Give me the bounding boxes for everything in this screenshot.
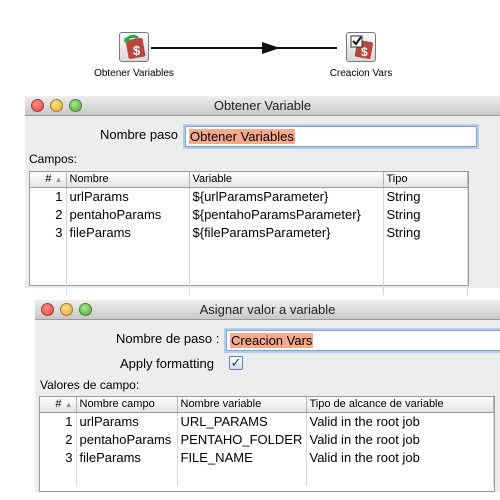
table-row[interactable]: 2 pentahoParams PENTAHO_FOLDER Valid in … bbox=[40, 430, 494, 448]
cell-name[interactable]: pentahoParams bbox=[66, 205, 190, 223]
column-header-variable-name[interactable]: Nombre variable bbox=[177, 397, 307, 413]
step-name-input[interactable]: Creacion Vars bbox=[226, 330, 500, 351]
cell-variable[interactable]: ${pentahoParamsParameter} bbox=[189, 205, 384, 223]
row-number: 2 bbox=[40, 430, 77, 448]
row-number: 1 bbox=[30, 187, 67, 205]
row-number: 3 bbox=[30, 223, 67, 241]
hop-arrow-icon bbox=[262, 42, 280, 54]
asignar-valor-dialog: Asignar valor a variable Nombre de paso … bbox=[35, 300, 500, 492]
step-label: Obtener Variables bbox=[94, 68, 174, 79]
cell-type[interactable]: String bbox=[383, 223, 468, 241]
table-row[interactable]: 3 fileParams FILE_NAME Valid in the root… bbox=[40, 448, 494, 466]
close-button[interactable] bbox=[31, 99, 44, 112]
empty-row bbox=[40, 466, 494, 486]
apply-formatting-label: Apply formatting bbox=[120, 356, 214, 371]
cell-field-name[interactable]: fileParams bbox=[76, 448, 178, 466]
step-name-label: Nombre paso bbox=[100, 127, 179, 142]
step-name-label: Nombre de paso : bbox=[116, 331, 220, 346]
column-header-field-name[interactable]: Nombre campo bbox=[76, 397, 178, 413]
column-header-scope[interactable]: Tipo de alcance de variable bbox=[306, 397, 494, 413]
dialog-titlebar[interactable]: Obtener Variable bbox=[25, 96, 500, 116]
cell-scope[interactable]: Valid in the root job bbox=[306, 412, 494, 430]
dialog-title: Asignar valor a variable bbox=[199, 302, 336, 317]
table-row[interactable]: 1 urlParams ${urlParamsParameter} String bbox=[30, 187, 468, 205]
svg-text:$: $ bbox=[133, 43, 141, 58]
field-values-label: Valores de campo: bbox=[40, 378, 140, 392]
minimize-button[interactable] bbox=[50, 99, 63, 112]
column-header-variable[interactable]: Variable bbox=[189, 172, 384, 188]
field-values-table[interactable]: # ▲ Nombre campo Nombre variable Tipo de… bbox=[39, 396, 495, 492]
cell-variable-name[interactable]: FILE_NAME bbox=[177, 448, 307, 466]
step-label: Creacion Vars bbox=[329, 68, 393, 79]
dialog-title: Obtener Variable bbox=[213, 98, 312, 113]
table-row[interactable]: 1 urlParams URL_PARAMS Valid in the root… bbox=[40, 412, 494, 430]
zoom-button[interactable] bbox=[69, 99, 82, 112]
cell-scope[interactable]: Valid in the root job bbox=[306, 430, 494, 448]
cell-field-name[interactable]: urlParams bbox=[76, 412, 178, 430]
get-variables-icon: $ bbox=[119, 32, 149, 62]
step-obtener-variables[interactable]: $ Obtener Variables bbox=[88, 32, 180, 79]
fields-table[interactable]: # ▲ Nombre Variable Tipo 1 urlParams ${u… bbox=[29, 171, 469, 295]
column-header-name[interactable]: Nombre bbox=[66, 172, 190, 188]
table-row[interactable]: 3 fileParams ${fileParamsParameter} Stri… bbox=[30, 223, 468, 241]
table-row[interactable]: 2 pentahoParams ${pentahoParamsParameter… bbox=[30, 205, 468, 223]
hop-line[interactable] bbox=[151, 47, 337, 49]
row-number: 2 bbox=[30, 205, 67, 223]
cell-scope[interactable]: Valid in the root job bbox=[306, 448, 494, 466]
column-header-number[interactable]: # ▲ bbox=[30, 172, 67, 188]
cell-name[interactable]: urlParams bbox=[66, 187, 190, 205]
set-variables-icon: $ bbox=[346, 32, 376, 62]
column-header-number[interactable]: # ▲ bbox=[40, 397, 77, 413]
step-creacion-vars[interactable]: $ Creacion Vars bbox=[322, 32, 400, 79]
cell-variable[interactable]: ${urlParamsParameter} bbox=[189, 187, 384, 205]
obtener-variable-dialog: Obtener Variable Nombre paso Obtener Var… bbox=[25, 96, 500, 295]
step-name-input[interactable]: Obtener Variables bbox=[185, 126, 477, 147]
transformation-canvas: $ Obtener Variables $ Creacion Vars bbox=[0, 0, 500, 92]
cell-field-name[interactable]: pentahoParams bbox=[76, 430, 178, 448]
apply-formatting-checkbox[interactable]: ✓ bbox=[229, 356, 243, 370]
window-controls bbox=[41, 303, 92, 316]
sort-ascending-icon: ▲ bbox=[64, 400, 73, 410]
step-name-value: Creacion Vars bbox=[230, 333, 314, 348]
minimize-button[interactable] bbox=[60, 303, 73, 316]
zoom-button[interactable] bbox=[79, 303, 92, 316]
column-header-type[interactable]: Tipo bbox=[383, 172, 468, 188]
dialog-titlebar[interactable]: Asignar valor a variable bbox=[35, 300, 500, 320]
cell-type[interactable]: String bbox=[383, 187, 468, 205]
window-controls bbox=[31, 99, 82, 112]
empty-row bbox=[30, 241, 468, 295]
cell-name[interactable]: fileParams bbox=[66, 223, 190, 241]
cell-variable-name[interactable]: PENTAHO_FOLDER bbox=[177, 430, 307, 448]
row-number: 1 bbox=[40, 412, 77, 430]
row-number: 3 bbox=[40, 448, 77, 466]
fields-label: Campos: bbox=[29, 152, 78, 166]
sort-ascending-icon: ▲ bbox=[54, 175, 63, 185]
cell-type[interactable]: String bbox=[383, 205, 468, 223]
cell-variable-name[interactable]: URL_PARAMS bbox=[177, 412, 307, 430]
step-name-value: Obtener Variables bbox=[189, 129, 295, 144]
cell-variable[interactable]: ${fileParamsParameter} bbox=[189, 223, 384, 241]
close-button[interactable] bbox=[41, 303, 54, 316]
